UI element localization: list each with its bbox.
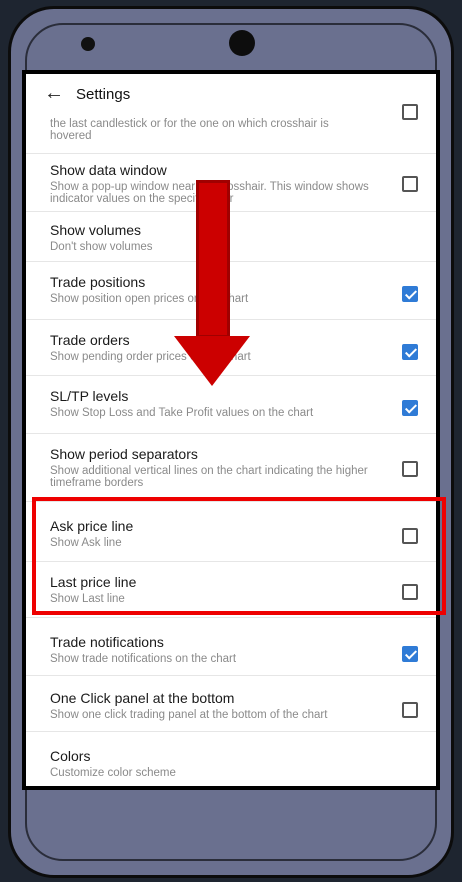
checkbox-trade-positions[interactable] — [402, 286, 418, 302]
camera-lens — [229, 30, 255, 56]
settings-row-crosshair-info[interactable]: the last candlestick or for the one on w… — [26, 104, 436, 154]
checkbox-trade-orders[interactable] — [402, 344, 418, 360]
row-title: Trade notifications — [50, 634, 164, 650]
annotation-arrow-head-icon — [174, 336, 250, 386]
settings-row-colors[interactable]: Colors Customize color scheme — [26, 732, 436, 786]
checkbox-crosshair-info[interactable] — [402, 104, 418, 120]
row-title: Trade orders — [50, 332, 130, 348]
row-subtitle: Customize color scheme — [50, 767, 176, 779]
checkbox-trade-notifications[interactable] — [402, 646, 418, 662]
row-title: Trade positions — [50, 274, 146, 290]
row-subtitle: the last candlestick or for the one on w… — [50, 118, 329, 142]
annotation-highlight-box — [32, 497, 446, 615]
row-title: Show period separators — [50, 446, 198, 462]
settings-row-show-volumes[interactable]: Show volumes Don't show volumes — [26, 212, 436, 262]
checkbox-sl-tp-levels[interactable] — [402, 400, 418, 416]
row-subtitle: Show Stop Loss and Take Profit values on… — [50, 407, 314, 419]
checkbox-one-click-panel[interactable] — [402, 702, 418, 718]
back-arrow-icon[interactable]: ← — [44, 82, 66, 104]
settings-row-trade-notifications[interactable]: Trade notifications Show trade notificat… — [26, 618, 436, 676]
annotation-arrow-shaft — [196, 180, 230, 338]
app-bar: ← Settings — [26, 74, 436, 112]
settings-row-one-click-panel[interactable]: One Click panel at the bottom Show one c… — [26, 676, 436, 732]
checkbox-show-data-window[interactable] — [402, 176, 418, 192]
row-title: SL/TP levels — [50, 388, 129, 404]
checkbox-period-separators[interactable] — [402, 461, 418, 477]
row-title: Show volumes — [50, 222, 142, 238]
settings-row-period-separators[interactable]: Show period separators Show additional v… — [26, 434, 436, 502]
row-subtitle: Show trade notifications on the chart — [50, 653, 237, 665]
sensor-dot — [81, 37, 95, 51]
page-title: Settings — [76, 86, 131, 103]
settings-screen: ← Settings the last candlestick or for t… — [22, 70, 440, 790]
settings-row-trade-positions[interactable]: Trade positions Show position open price… — [26, 262, 436, 320]
row-title: Colors — [50, 748, 91, 764]
row-subtitle: Show one click trading panel at the bott… — [50, 709, 328, 721]
row-title: Show data window — [50, 162, 167, 178]
settings-row-show-data-window[interactable]: Show data window Show a pop-up window ne… — [26, 154, 436, 212]
row-subtitle: Show additional vertical lines on the ch… — [50, 465, 368, 489]
row-title: One Click panel at the bottom — [50, 690, 235, 706]
